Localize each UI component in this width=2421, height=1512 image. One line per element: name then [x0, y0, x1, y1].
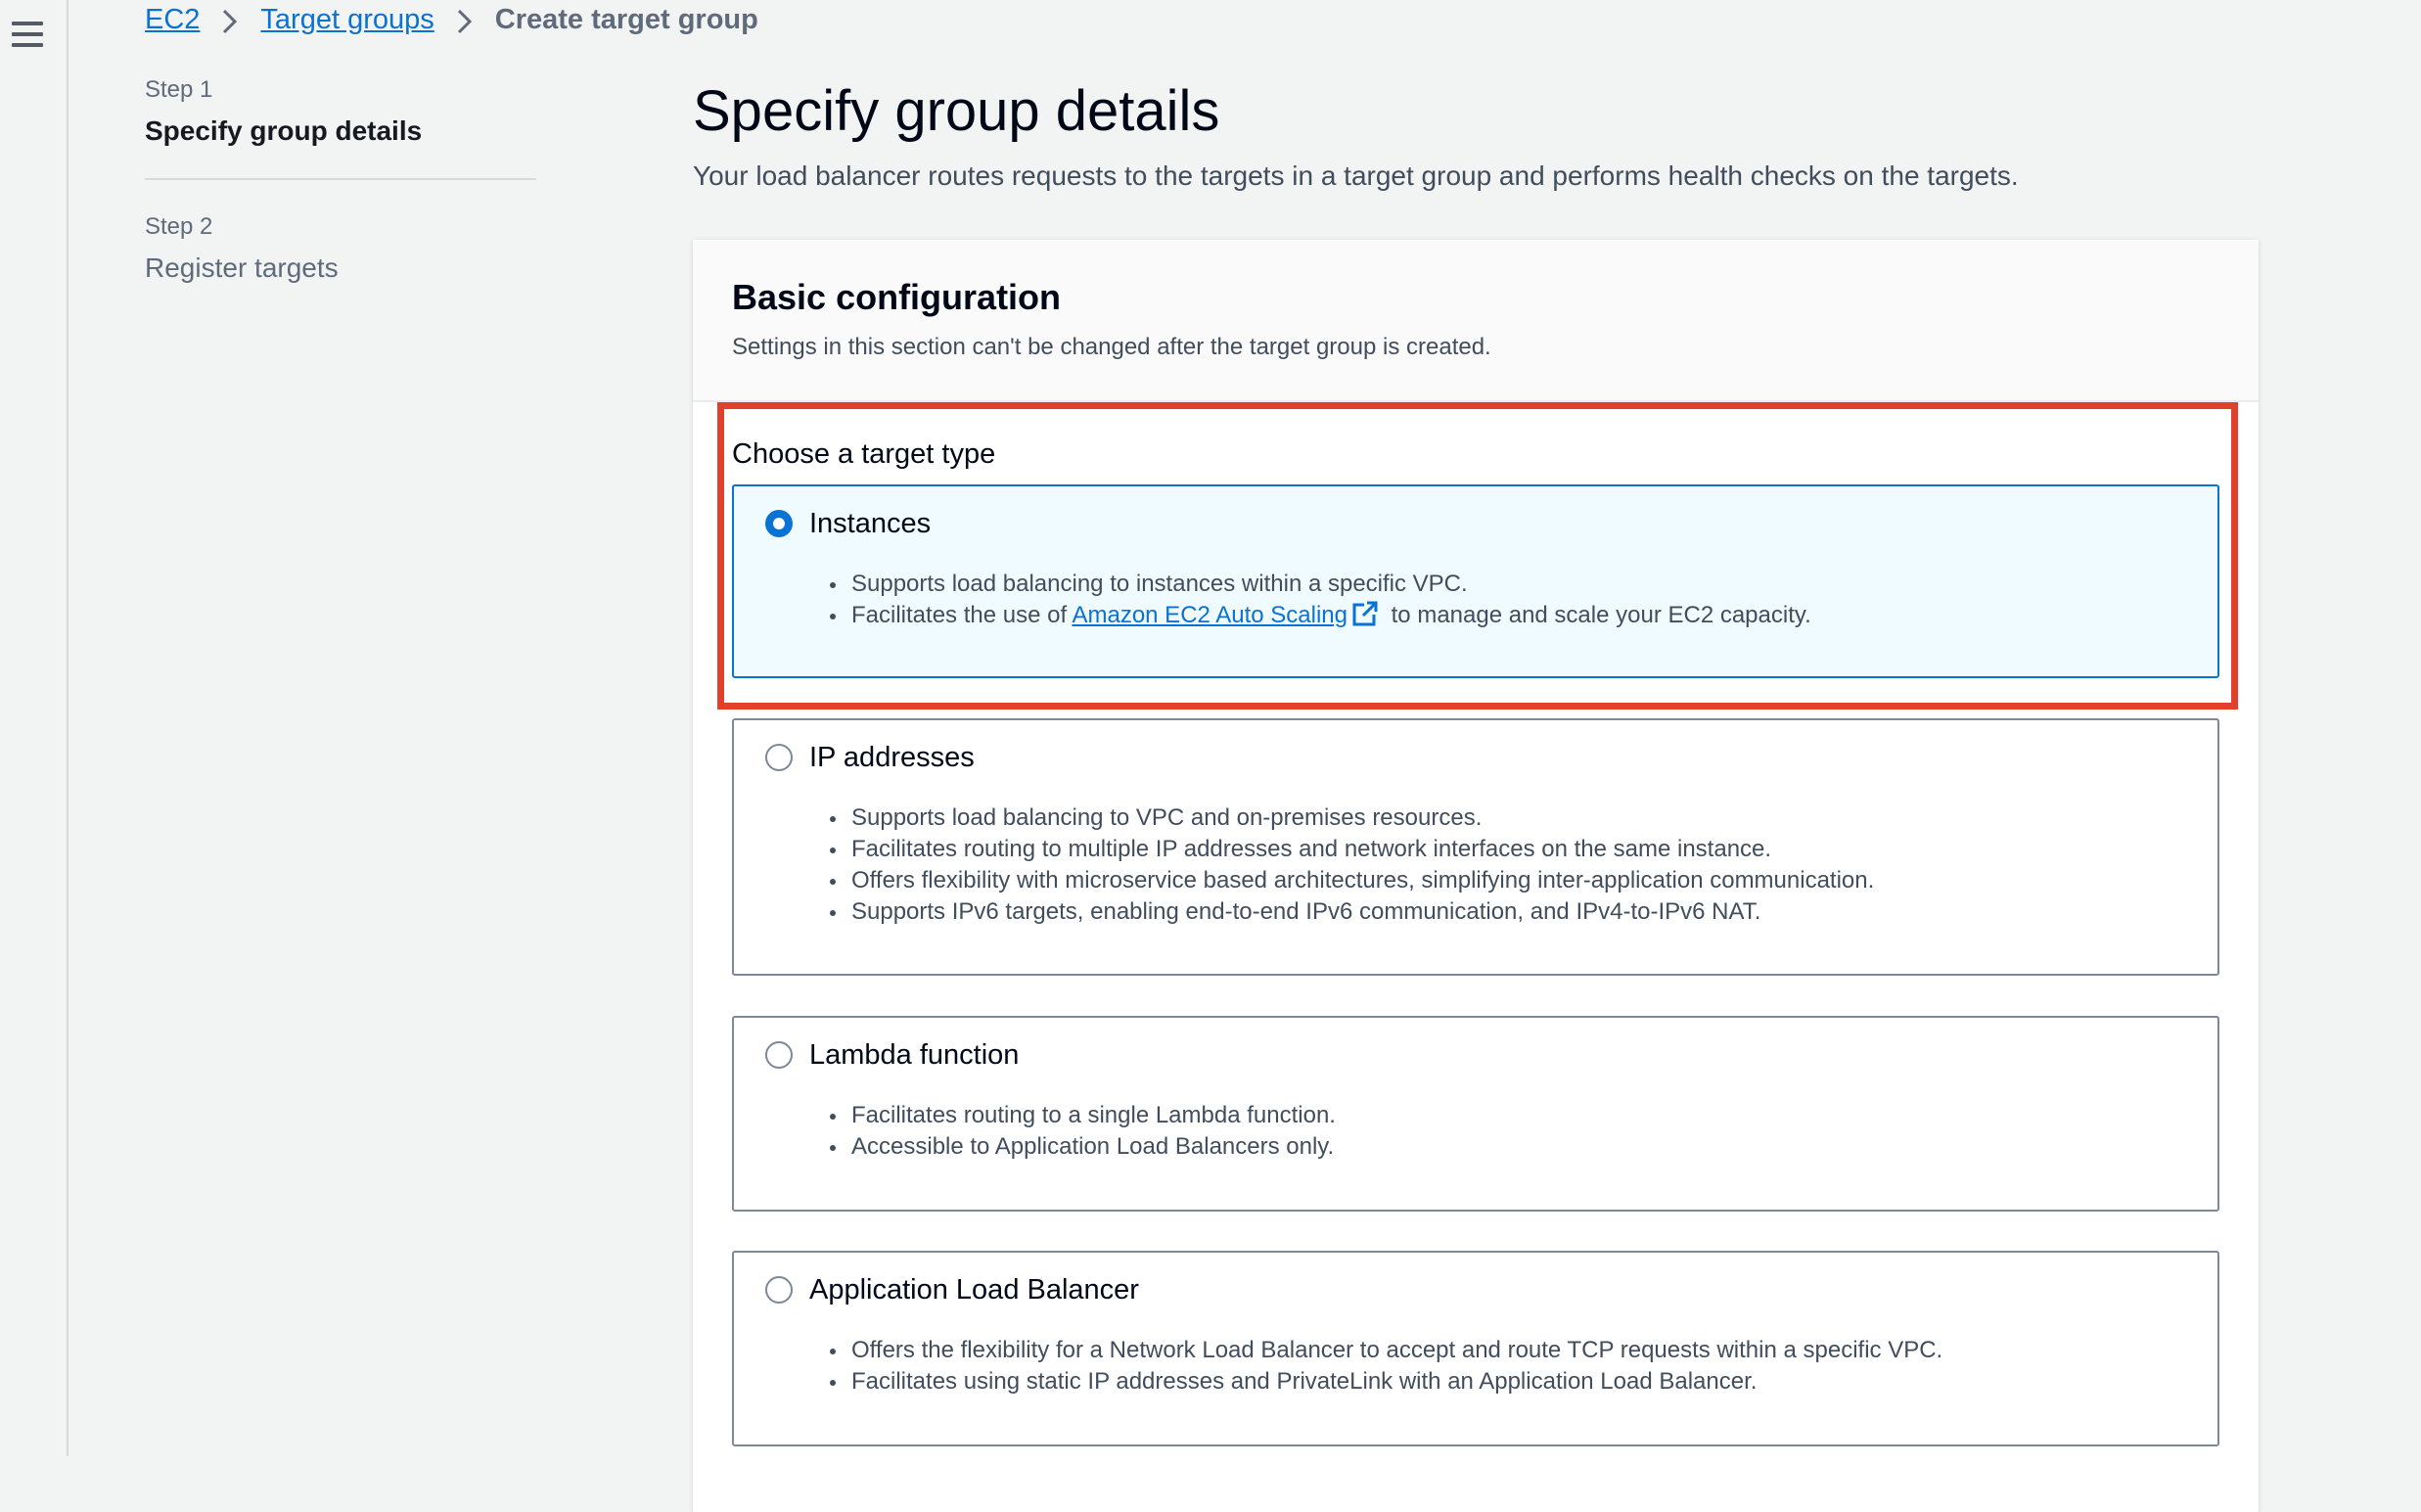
- menu-icon[interactable]: [12, 22, 43, 47]
- external-link-icon[interactable]: [1351, 600, 1379, 627]
- breadcrumb: EC2 Target groups Create target group: [145, 0, 758, 39]
- panel-header: Basic configuration Settings in this sec…: [693, 240, 2259, 402]
- panel-description: Settings in this section can't be change…: [732, 334, 1491, 360]
- list-item: Supports load balancing to instances wit…: [830, 569, 1811, 600]
- step-1-title: Specify group details: [145, 115, 423, 146]
- step-divider: [145, 178, 536, 180]
- breadcrumb-ec2[interactable]: EC2: [145, 4, 200, 36]
- panel-title: Basic configuration: [732, 277, 1062, 317]
- radio-unselected-icon[interactable]: [765, 744, 793, 771]
- target-type-lambda-function[interactable]: Lambda function Facilitates routing to a…: [732, 1016, 2219, 1212]
- step-2-label: Step 2: [145, 213, 213, 240]
- side-navigation-strip: [0, 0, 69, 1456]
- target-type-title: Lambda function: [809, 1039, 1020, 1071]
- list-item: Facilitates using static IP addresses an…: [829, 1366, 1942, 1397]
- list-item: Facilitates routing to multiple IP addre…: [829, 834, 1874, 865]
- target-type-label: Choose a target type: [732, 438, 996, 470]
- page-description: Your load balancer routes requests to th…: [693, 160, 2019, 191]
- list-item: Facilitates routing to a single Lambda f…: [830, 1100, 1336, 1131]
- target-type-bullets: Offers the flexibility for a Network Loa…: [829, 1335, 1942, 1397]
- bullet-prefix: Facilitates the use of: [851, 602, 1073, 628]
- target-type-title: Instances: [809, 508, 932, 539]
- step-2-title[interactable]: Register targets: [145, 252, 536, 284]
- radio-unselected-icon[interactable]: [765, 1276, 793, 1304]
- target-type-bullets: Supports load balancing to instances wit…: [830, 569, 1811, 631]
- target-type-title: IP addresses: [809, 742, 975, 773]
- target-type-bullets: Facilitates routing to a single Lambda f…: [830, 1100, 1336, 1163]
- breadcrumb-target-groups[interactable]: Target groups: [260, 4, 434, 36]
- list-item: Supports load balancing to VPC and on-pr…: [829, 802, 1874, 834]
- target-type-bullets: Supports load balancing to VPC and on-pr…: [829, 802, 1874, 928]
- list-item: Supports IPv6 targets, enabling end-to-e…: [829, 896, 1874, 928]
- radio-unselected-icon[interactable]: [765, 1041, 793, 1069]
- chevron-right-icon: [454, 9, 476, 34]
- auto-scaling-link[interactable]: Amazon EC2 Auto Scaling: [1072, 602, 1348, 628]
- breadcrumb-current: Create target group: [494, 3, 758, 35]
- target-type-ip-addresses[interactable]: IP addresses Supports load balancing to …: [732, 718, 2219, 976]
- target-type-application-load-balancer[interactable]: Application Load Balancer Offers the fle…: [732, 1251, 2219, 1446]
- list-item: Offers the flexibility for a Network Loa…: [829, 1335, 1942, 1366]
- radio-selected-icon[interactable]: [765, 510, 793, 537]
- list-item: Accessible to Application Load Balancers…: [830, 1131, 1336, 1163]
- page-title: Specify group details: [693, 79, 1220, 143]
- target-type-instances[interactable]: Instances Supports load balancing to ins…: [732, 484, 2219, 678]
- target-type-title: Application Load Balancer: [809, 1274, 1139, 1306]
- list-item: Offers flexibility with microservice bas…: [829, 865, 1874, 896]
- bullet-suffix: to manage and scale your EC2 capacity.: [1384, 602, 1811, 628]
- step-1-label: Step 1: [145, 76, 213, 103]
- list-item: Facilitates the use of Amazon EC2 Auto S…: [830, 600, 1811, 631]
- chevron-right-icon: [219, 9, 241, 34]
- wizard-steps: Step 1 Specify group details Step 2 Regi…: [145, 76, 536, 284]
